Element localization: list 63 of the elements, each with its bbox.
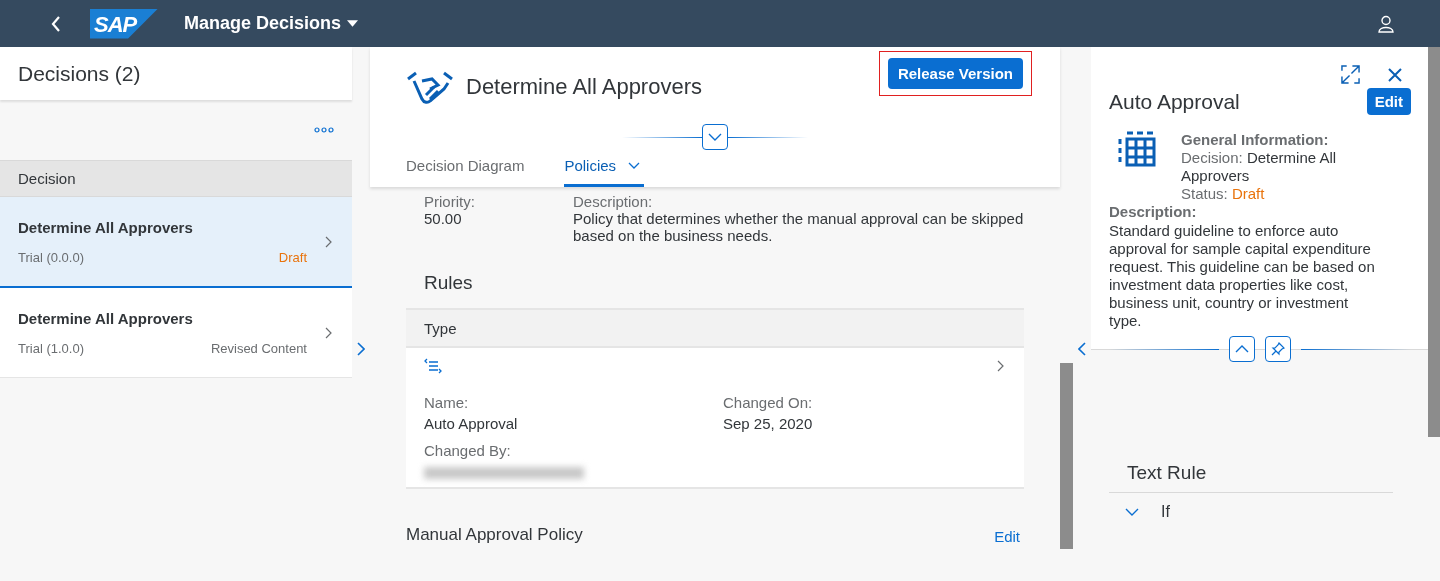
field-value: Policy that determines whether the manual approval can be skipped based on the business needs. (573, 210, 1024, 244)
rule-row[interactable]: Name: Auto Approval Changed On: Sep 25, 2020 Changed By: (406, 348, 1024, 489)
text-rule-icon (424, 358, 442, 374)
detail-title: Auto Approval (1109, 89, 1240, 114)
field-label: Description: (573, 193, 654, 210)
status-value: Draft (1231, 185, 1265, 202)
column-header: Type (406, 308, 1024, 348)
scrollbar-thumb[interactable] (1428, 47, 1440, 437)
collapse-icon[interactable] (1078, 342, 1086, 356)
table-icon (1117, 131, 1157, 167)
column-header: Decision (0, 160, 352, 197)
tab[interactable]: Decision Diagram (406, 157, 529, 187)
chevron-icon (325, 326, 332, 339)
expand-icon[interactable] (357, 342, 365, 356)
status-label: Status: (1181, 185, 1228, 202)
collapse-header-button[interactable] (1229, 336, 1255, 362)
item-version: Trial (1.0.0) (18, 340, 84, 356)
app-title-menu[interactable]: Manage Decisions (184, 13, 359, 34)
item-status: Revised Content (210, 340, 307, 356)
scrollbar-thumb[interactable] (1060, 363, 1073, 549)
field-value: Sep 25, 2020 (723, 415, 814, 432)
list-item[interactable]: Determine All Approvers Trial (0.0.0) Draft (0, 197, 352, 288)
handshake-icon (406, 69, 454, 105)
item-title: Determine All Approvers (18, 309, 194, 327)
section-title: Text Rule (1109, 462, 1393, 493)
chevron-icon (997, 360, 1004, 372)
edit-link[interactable]: Edit (994, 528, 1020, 545)
chevron-down-icon (708, 133, 722, 141)
tree-item[interactable]: If (1109, 493, 1393, 521)
item-title: Determine All Approvers (18, 218, 194, 236)
field-label: Priority: (424, 193, 476, 210)
object-title: Determine All Approvers (466, 74, 702, 100)
close-icon[interactable] (1388, 67, 1402, 82)
field-value: 50.00 (424, 210, 463, 227)
user-icon[interactable] (1378, 14, 1394, 33)
more-icon[interactable] (314, 127, 334, 133)
pin-button[interactable] (1265, 336, 1291, 362)
collapse-header-button[interactable] (702, 124, 728, 150)
list-item[interactable]: Determine All Approvers Trial (1.0.0) Revised Content (0, 288, 352, 378)
section-title: Rules (423, 271, 474, 295)
list-title: Decisions (2) (18, 61, 141, 86)
field-label: Changed By: (424, 442, 512, 459)
chevron-down-icon (628, 162, 641, 169)
description-heading: Description: (1109, 203, 1198, 220)
decision-field: Decision: Determine All Approvers (1181, 149, 1351, 185)
field-label: Changed On: (723, 394, 814, 411)
item-version: Trial (0.0.0) (18, 249, 84, 265)
release-version-button[interactable]: Release Version (887, 58, 1023, 89)
info-heading: General Information: (1181, 131, 1330, 149)
logo: SAP (90, 8, 158, 39)
chevron-up-icon (1235, 345, 1249, 353)
edit-button[interactable]: Edit (1366, 88, 1411, 115)
field-value: Auto Approval (424, 415, 519, 432)
tab[interactable]: Policies (564, 157, 645, 187)
back-icon[interactable] (50, 14, 62, 33)
pin-icon (1271, 342, 1285, 356)
item-status: Draft (278, 249, 307, 265)
chevron-icon (325, 235, 332, 248)
caret-icon (347, 20, 359, 27)
description-text: Standard guideline to enforce auto approval for sample capital expenditure request. This guideline can be based on investment data properties like cost, business unit, country or investment type. (1109, 222, 1376, 330)
fullscreen-icon[interactable] (1341, 65, 1360, 84)
field-label: Name: (424, 394, 470, 411)
section-title: Manual Approval Policy (406, 525, 583, 545)
